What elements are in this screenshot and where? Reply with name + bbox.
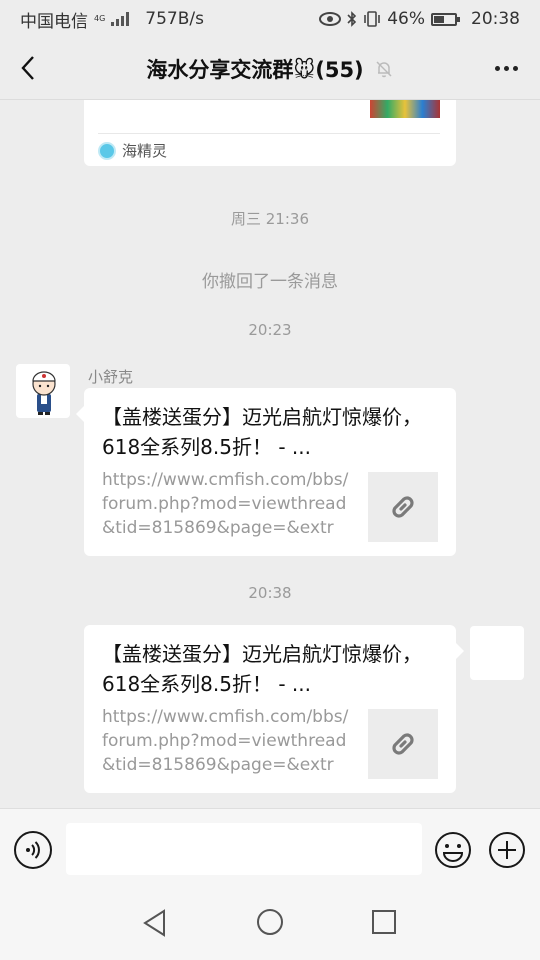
bluetooth-icon <box>347 11 357 27</box>
chat-messages[interactable]: 海精灵 周三 21:36 你撤回了一条消息 20:23 小舒克 【盖楼送蛋分】迈… <box>0 100 540 808</box>
chat-title: 海水分享交流群🐭(55) <box>146 57 364 82</box>
more-dot-icon <box>503 65 509 71</box>
signal-icon <box>111 12 130 26</box>
status-left: 中国电信 4G 757B/s <box>20 7 204 32</box>
app-source-icon <box>98 141 116 160</box>
more-dot-icon <box>494 65 500 71</box>
link-message-bubble[interactable]: 【盖楼送蛋分】迈光启航灯惊爆价，618全系列8.5折！ - ... https:… <box>84 625 464 793</box>
eye-icon <box>319 12 342 26</box>
clock: 20:38 <box>471 9 520 29</box>
nav-recent-apps-icon[interactable] <box>371 909 397 935</box>
link-thumbnail <box>368 472 438 542</box>
previous-link-card[interactable]: 海精灵 <box>84 100 456 166</box>
emoji-icon <box>435 832 471 868</box>
link-title: 【盖楼送蛋分】迈光启航灯惊爆价，618全系列8.5折！ - ... <box>102 405 422 459</box>
title-wrap: 海水分享交流群🐭(55) <box>146 54 393 84</box>
emoji-button[interactable] <box>434 831 472 869</box>
timestamp: 20:23 <box>248 321 292 339</box>
my-avatar[interactable] <box>470 626 524 680</box>
card-source-name: 海精灵 <box>122 142 168 160</box>
more-dot-icon <box>512 65 518 71</box>
plus-icon <box>489 832 525 868</box>
link-title: 【盖楼送蛋分】迈光启航灯惊爆价，618全系列8.5折！ - ... <box>102 642 422 696</box>
nav-home-icon[interactable] <box>256 908 284 936</box>
more-functions-button[interactable] <box>488 831 526 869</box>
system-message: 你撤回了一条消息 <box>202 272 338 292</box>
avatar[interactable] <box>16 364 70 418</box>
more-options-button[interactable] <box>488 50 524 86</box>
battery-level <box>434 15 445 23</box>
link-icon <box>392 733 414 755</box>
battery-icon <box>431 12 460 26</box>
system-nav-bar <box>0 890 540 960</box>
voice-icon <box>26 841 40 859</box>
voice-button[interactable] <box>14 831 52 869</box>
message-input[interactable] <box>66 823 422 875</box>
chat-header: 海水分享交流群🐭(55) <box>0 38 540 100</box>
status-bar: 中国电信 4G 757B/s 46% 20:38 <box>0 0 540 38</box>
sender-name: 小舒克 <box>88 368 134 386</box>
link-thumbnail <box>368 709 438 779</box>
link-url: https://www.cmfish.com/bbs/forum.php?mod… <box>102 470 349 538</box>
input-bar <box>0 808 540 890</box>
nav-back-icon[interactable] <box>140 908 170 938</box>
network-type: 4G <box>94 14 106 23</box>
card-source: 海精灵 <box>98 140 167 161</box>
avatar-cartoon-icon <box>32 371 56 415</box>
timestamp: 周三 21:36 <box>231 210 309 228</box>
carrier-label: 中国电信 <box>20 11 88 32</box>
link-message-bubble[interactable]: 【盖楼送蛋分】迈光启航灯惊爆价，618全系列8.5折！ - ... https:… <box>76 388 456 556</box>
chevron-left-icon <box>21 56 34 80</box>
back-button[interactable] <box>10 46 46 90</box>
link-icon <box>392 496 414 518</box>
vibrate-icon <box>364 11 381 27</box>
card-divider <box>98 133 440 134</box>
timestamp: 20:38 <box>248 584 292 602</box>
battery-percent: 46% <box>387 9 425 29</box>
card-thumbnail <box>370 100 440 118</box>
bell-off-icon <box>376 60 392 77</box>
link-url: https://www.cmfish.com/bbs/forum.php?mod… <box>102 707 349 775</box>
status-right: 46% 20:38 <box>319 9 520 29</box>
network-speed: 757B/s <box>145 9 204 29</box>
